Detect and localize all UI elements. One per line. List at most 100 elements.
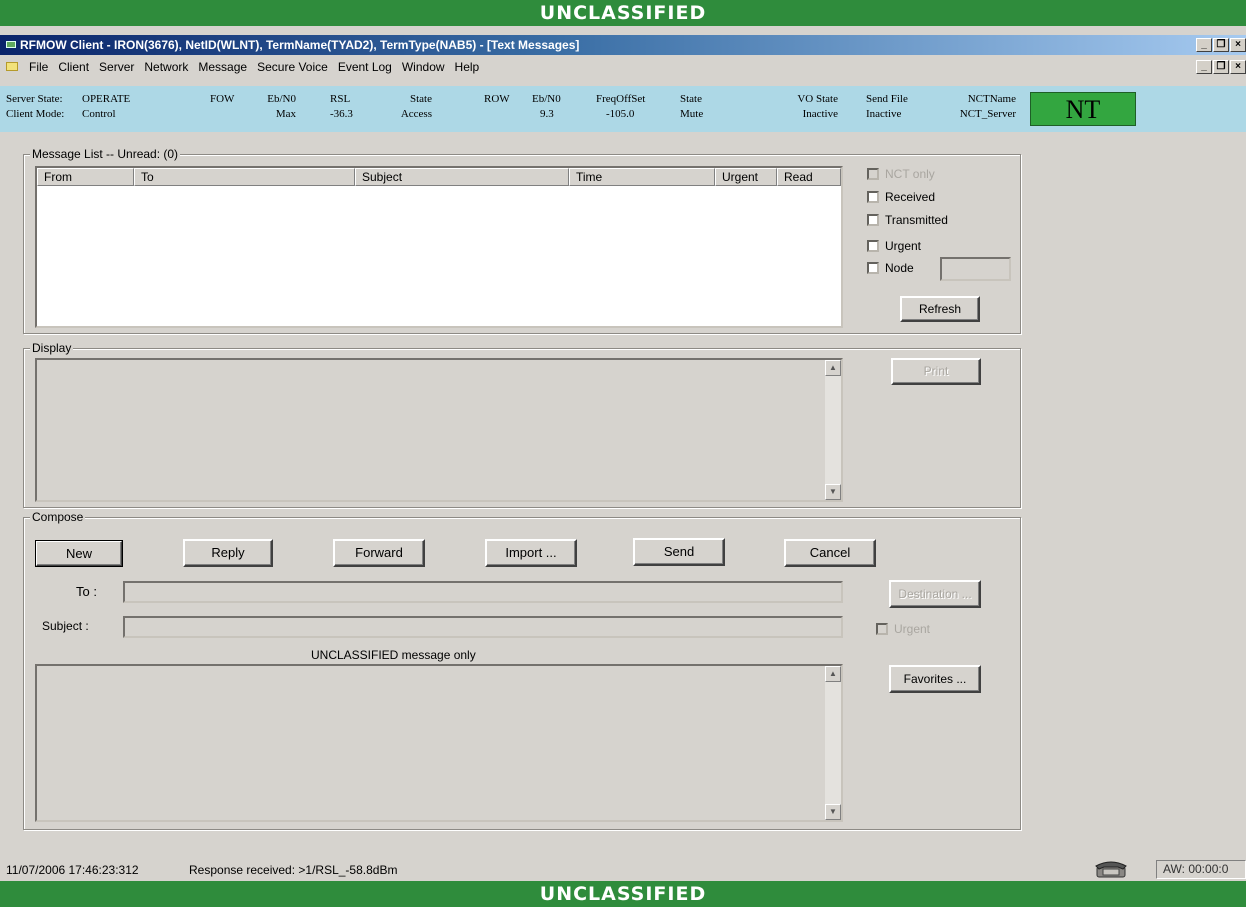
body-scrollbar[interactable]: ▲ ▼ xyxy=(825,666,841,820)
refresh-button[interactable]: Refresh xyxy=(900,296,980,322)
scroll-down-icon[interactable]: ▼ xyxy=(825,484,841,500)
to-label: To : xyxy=(76,584,97,599)
child-minimize-icon[interactable]: _ xyxy=(1196,60,1212,74)
checkbox-box xyxy=(867,168,879,180)
child-close-icon[interactable]: × xyxy=(1230,60,1246,74)
row-state-label: State xyxy=(680,93,702,105)
restore-icon[interactable]: ❐ xyxy=(1213,38,1229,52)
node-input[interactable] xyxy=(940,257,1011,281)
freq-offset: FreqOffSet -105.0 xyxy=(596,92,645,122)
cancel-button[interactable]: Cancel xyxy=(784,539,876,567)
urgent-filter-label: Urgent xyxy=(885,239,922,253)
classification-banner-top: UNCLASSIFIED xyxy=(0,0,1246,26)
menu-file[interactable]: File xyxy=(24,57,53,77)
freq-offset-value: -105.0 xyxy=(606,108,635,120)
send-file-label: Send File xyxy=(866,93,908,105)
send-button[interactable]: Send xyxy=(633,538,725,566)
fow-state-value: Access xyxy=(400,108,432,120)
display-scrollbar[interactable]: ▲ ▼ xyxy=(825,360,841,500)
rsl-value: -36.3 xyxy=(330,108,353,120)
checkbox-box xyxy=(867,214,879,226)
transmitted-checkbox[interactable]: Transmitted xyxy=(867,213,948,227)
to-field[interactable] xyxy=(123,581,843,603)
status-bar: 11/07/2006 17:46:23:312 Response receive… xyxy=(0,858,1246,880)
close-icon[interactable]: × xyxy=(1230,38,1246,52)
subject-field[interactable] xyxy=(123,616,843,638)
row-state-value: Mute xyxy=(680,108,704,120)
nct-name-label: NCTName xyxy=(967,93,1016,105)
new-button[interactable]: New xyxy=(35,540,123,567)
display-label: Display xyxy=(30,341,74,355)
nct-only-checkbox[interactable]: NCT only xyxy=(867,167,935,181)
node-checkbox[interactable]: Node xyxy=(867,261,914,275)
app-icon xyxy=(6,41,16,48)
vo-state-value: Inactive xyxy=(802,108,838,120)
server-state-label: Server State: xyxy=(6,93,63,105)
aw-timer: AW: 00:00:0 xyxy=(1156,860,1246,879)
menu-bar: File Client Server Network Message Secur… xyxy=(0,57,1246,77)
message-list-group: Message List -- Unread: (0) From To Subj… xyxy=(23,147,1021,334)
window-controls: _ ❐ × xyxy=(1196,38,1246,52)
row-ebno-value: 9.3 xyxy=(540,108,554,120)
status-timestamp: 11/07/2006 17:46:23:312 xyxy=(6,863,139,877)
client-mode-value: Control xyxy=(82,108,116,120)
fow-ebno-label: Eb/N0 xyxy=(267,93,296,105)
received-label: Received xyxy=(885,190,936,204)
scroll-up-icon[interactable]: ▲ xyxy=(825,666,841,682)
scroll-down-icon[interactable]: ▼ xyxy=(825,804,841,820)
column-read[interactable]: Read xyxy=(777,168,841,186)
transmitted-label: Transmitted xyxy=(885,213,948,227)
menu-window[interactable]: Window xyxy=(397,57,450,77)
compose-group: Compose New Reply Forward Import ... Sen… xyxy=(23,510,1021,830)
menu-client[interactable]: Client xyxy=(53,57,94,77)
display-text-area[interactable]: ▲ ▼ xyxy=(35,358,843,502)
nct-name: NCTName NCT_Server xyxy=(940,92,1016,122)
received-checkbox[interactable]: Received xyxy=(867,190,935,204)
window-title-bar[interactable]: RFMOW Client - IRON(3676), NetID(WLNT), … xyxy=(0,35,1246,55)
urgent-filter-checkbox[interactable]: Urgent xyxy=(867,239,921,253)
menu-event-log[interactable]: Event Log xyxy=(333,57,397,77)
column-from[interactable]: From xyxy=(37,168,134,186)
column-to[interactable]: To xyxy=(134,168,355,186)
row-ebno: Eb/N0 9.3 xyxy=(532,92,561,122)
fow-state-label: State xyxy=(410,93,432,105)
window-title: RFMOW Client - IRON(3676), NetID(WLNT), … xyxy=(20,38,580,52)
urgent-compose-checkbox[interactable]: Urgent xyxy=(876,622,930,636)
menu-message[interactable]: Message xyxy=(193,57,252,77)
child-restore-icon[interactable]: ❐ xyxy=(1213,60,1229,74)
state-values: OPERATE Control xyxy=(82,92,130,122)
row-state: State Mute xyxy=(680,92,703,122)
import-button[interactable]: Import ... xyxy=(485,539,577,567)
message-list-table[interactable]: From To Subject Time Urgent Read xyxy=(35,166,843,328)
column-urgent[interactable]: Urgent xyxy=(715,168,777,186)
column-time[interactable]: Time xyxy=(569,168,715,186)
message-list-label: Message List -- Unread: (0) xyxy=(30,147,181,161)
send-file-value: Inactive xyxy=(866,108,902,120)
vo-state-label: VO State xyxy=(797,93,838,105)
menu-server[interactable]: Server xyxy=(94,57,139,77)
classification-banner-bottom: UNCLASSIFIED xyxy=(0,881,1246,907)
nt-indicator: NT xyxy=(1030,92,1136,126)
favorites-button[interactable]: Favorites ... xyxy=(889,665,981,693)
status-message: Response received: >1/RSL_-58.8dBm xyxy=(189,863,398,877)
reply-button[interactable]: Reply xyxy=(183,539,273,567)
node-label: Node xyxy=(885,261,914,275)
client-mode-label: Client Mode: xyxy=(6,108,65,120)
menu-secure-voice[interactable]: Secure Voice xyxy=(252,57,333,77)
minimize-icon[interactable]: _ xyxy=(1196,38,1212,52)
status-strip: Server State: Client Mode: OPERATE Contr… xyxy=(0,86,1246,132)
message-body-area[interactable]: ▲ ▼ xyxy=(35,664,843,822)
send-file: Send File Inactive xyxy=(866,92,908,122)
checkbox-box xyxy=(876,623,888,635)
phone-icon[interactable] xyxy=(1094,860,1128,878)
fow-ebno: Eb/N0 Max xyxy=(262,92,296,122)
column-subject[interactable]: Subject xyxy=(355,168,569,186)
menu-network[interactable]: Network xyxy=(139,57,193,77)
classification-notice: UNCLASSIFIED message only xyxy=(311,648,476,662)
document-icon[interactable] xyxy=(6,62,18,71)
scroll-up-icon[interactable]: ▲ xyxy=(825,360,841,376)
print-button[interactable]: Print xyxy=(891,358,981,385)
forward-button[interactable]: Forward xyxy=(333,539,425,567)
destination-button[interactable]: Destination ... xyxy=(889,580,981,608)
menu-help[interactable]: Help xyxy=(450,57,485,77)
